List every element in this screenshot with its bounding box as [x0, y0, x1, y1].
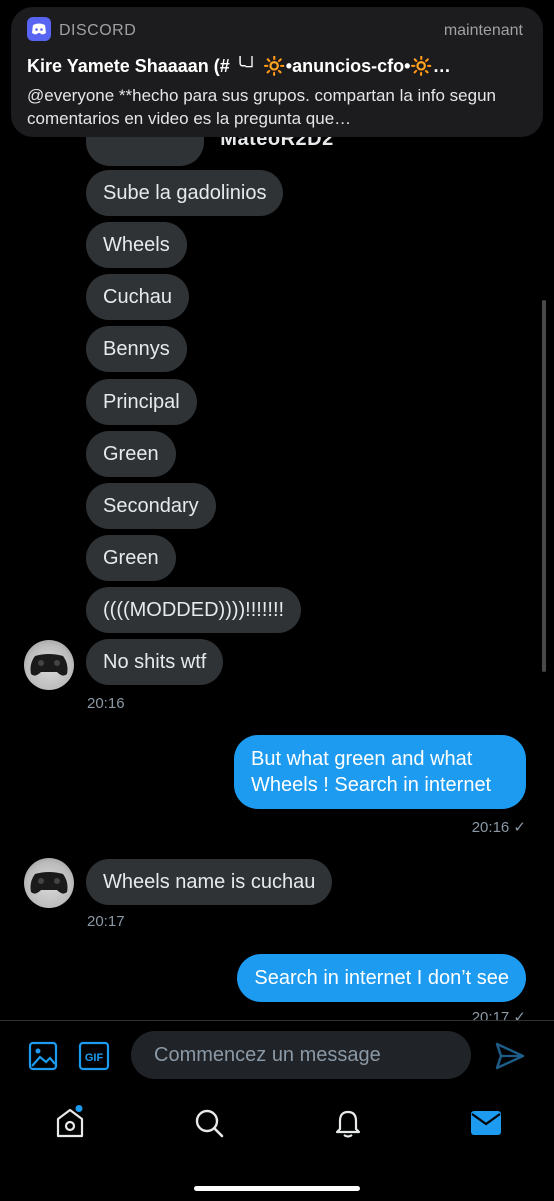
message-bubble[interactable]: Sube la gadolinios [86, 170, 284, 216]
message-timestamp: 20:17 [87, 913, 125, 930]
notification-title: Kire Yamete Shaaaan (# ╰┘ 🔆•anuncios-cfo… [27, 56, 451, 76]
search-icon[interactable] [193, 1107, 225, 1144]
notification-app-name: DISCORD [59, 22, 137, 39]
messages-icon[interactable] [470, 1109, 502, 1142]
message-bubble[interactable]: Cuchau [86, 274, 189, 320]
notification-banner[interactable]: DISCORD maintenant Kire Yamete Shaaaan (… [11, 7, 543, 137]
message-thread[interactable]: MateoR2D2 Sube la gadolinios Wheels Cuch… [0, 0, 554, 1020]
message-timestamp: 20:16 [87, 695, 125, 712]
scrollbar[interactable] [542, 300, 546, 672]
message-bubble[interactable]: Green [86, 431, 176, 477]
gif-icon[interactable]: GIF [78, 1041, 110, 1076]
notification-time: maintenant [443, 22, 523, 39]
notification-body: @everyone **hecho para sus grupos. compa… [27, 86, 496, 128]
message-timestamp-sent: 20:17 ✓ [471, 1009, 526, 1020]
contact-avatar[interactable] [24, 858, 74, 908]
notifications-icon[interactable] [332, 1107, 364, 1144]
message-bubble[interactable]: No shits wtf [86, 639, 224, 685]
message-bubble[interactable]: Secondary [86, 483, 216, 529]
message-bubble[interactable]: Wheels [86, 222, 187, 268]
message-bubble[interactable]: ((((MODDED))))!!!!!!! [86, 587, 302, 633]
contact-avatar[interactable] [24, 640, 74, 690]
message-bubble[interactable]: Green [86, 535, 176, 581]
composer-bar: GIF [0, 1020, 554, 1201]
message-input[interactable] [131, 1031, 471, 1079]
message-timestamp-sent: 20:16 ✓ [471, 819, 526, 836]
message-bubble[interactable]: Bennys [86, 326, 187, 372]
discord-icon [27, 17, 51, 41]
home-indicator [194, 1186, 360, 1191]
home-icon[interactable] [54, 1105, 86, 1144]
message-bubble[interactable]: Wheels name is cuchau [86, 859, 333, 905]
svg-text:GIF: GIF [85, 1052, 104, 1064]
message-bubble[interactable]: Principal [86, 379, 197, 425]
image-icon[interactable] [28, 1041, 58, 1076]
send-icon[interactable] [494, 1041, 526, 1076]
message-bubble-sent[interactable]: But what green and what Wheels ! Search … [234, 735, 526, 809]
message-bubble-sent[interactable]: Search in internet I don’t see [237, 954, 526, 1002]
